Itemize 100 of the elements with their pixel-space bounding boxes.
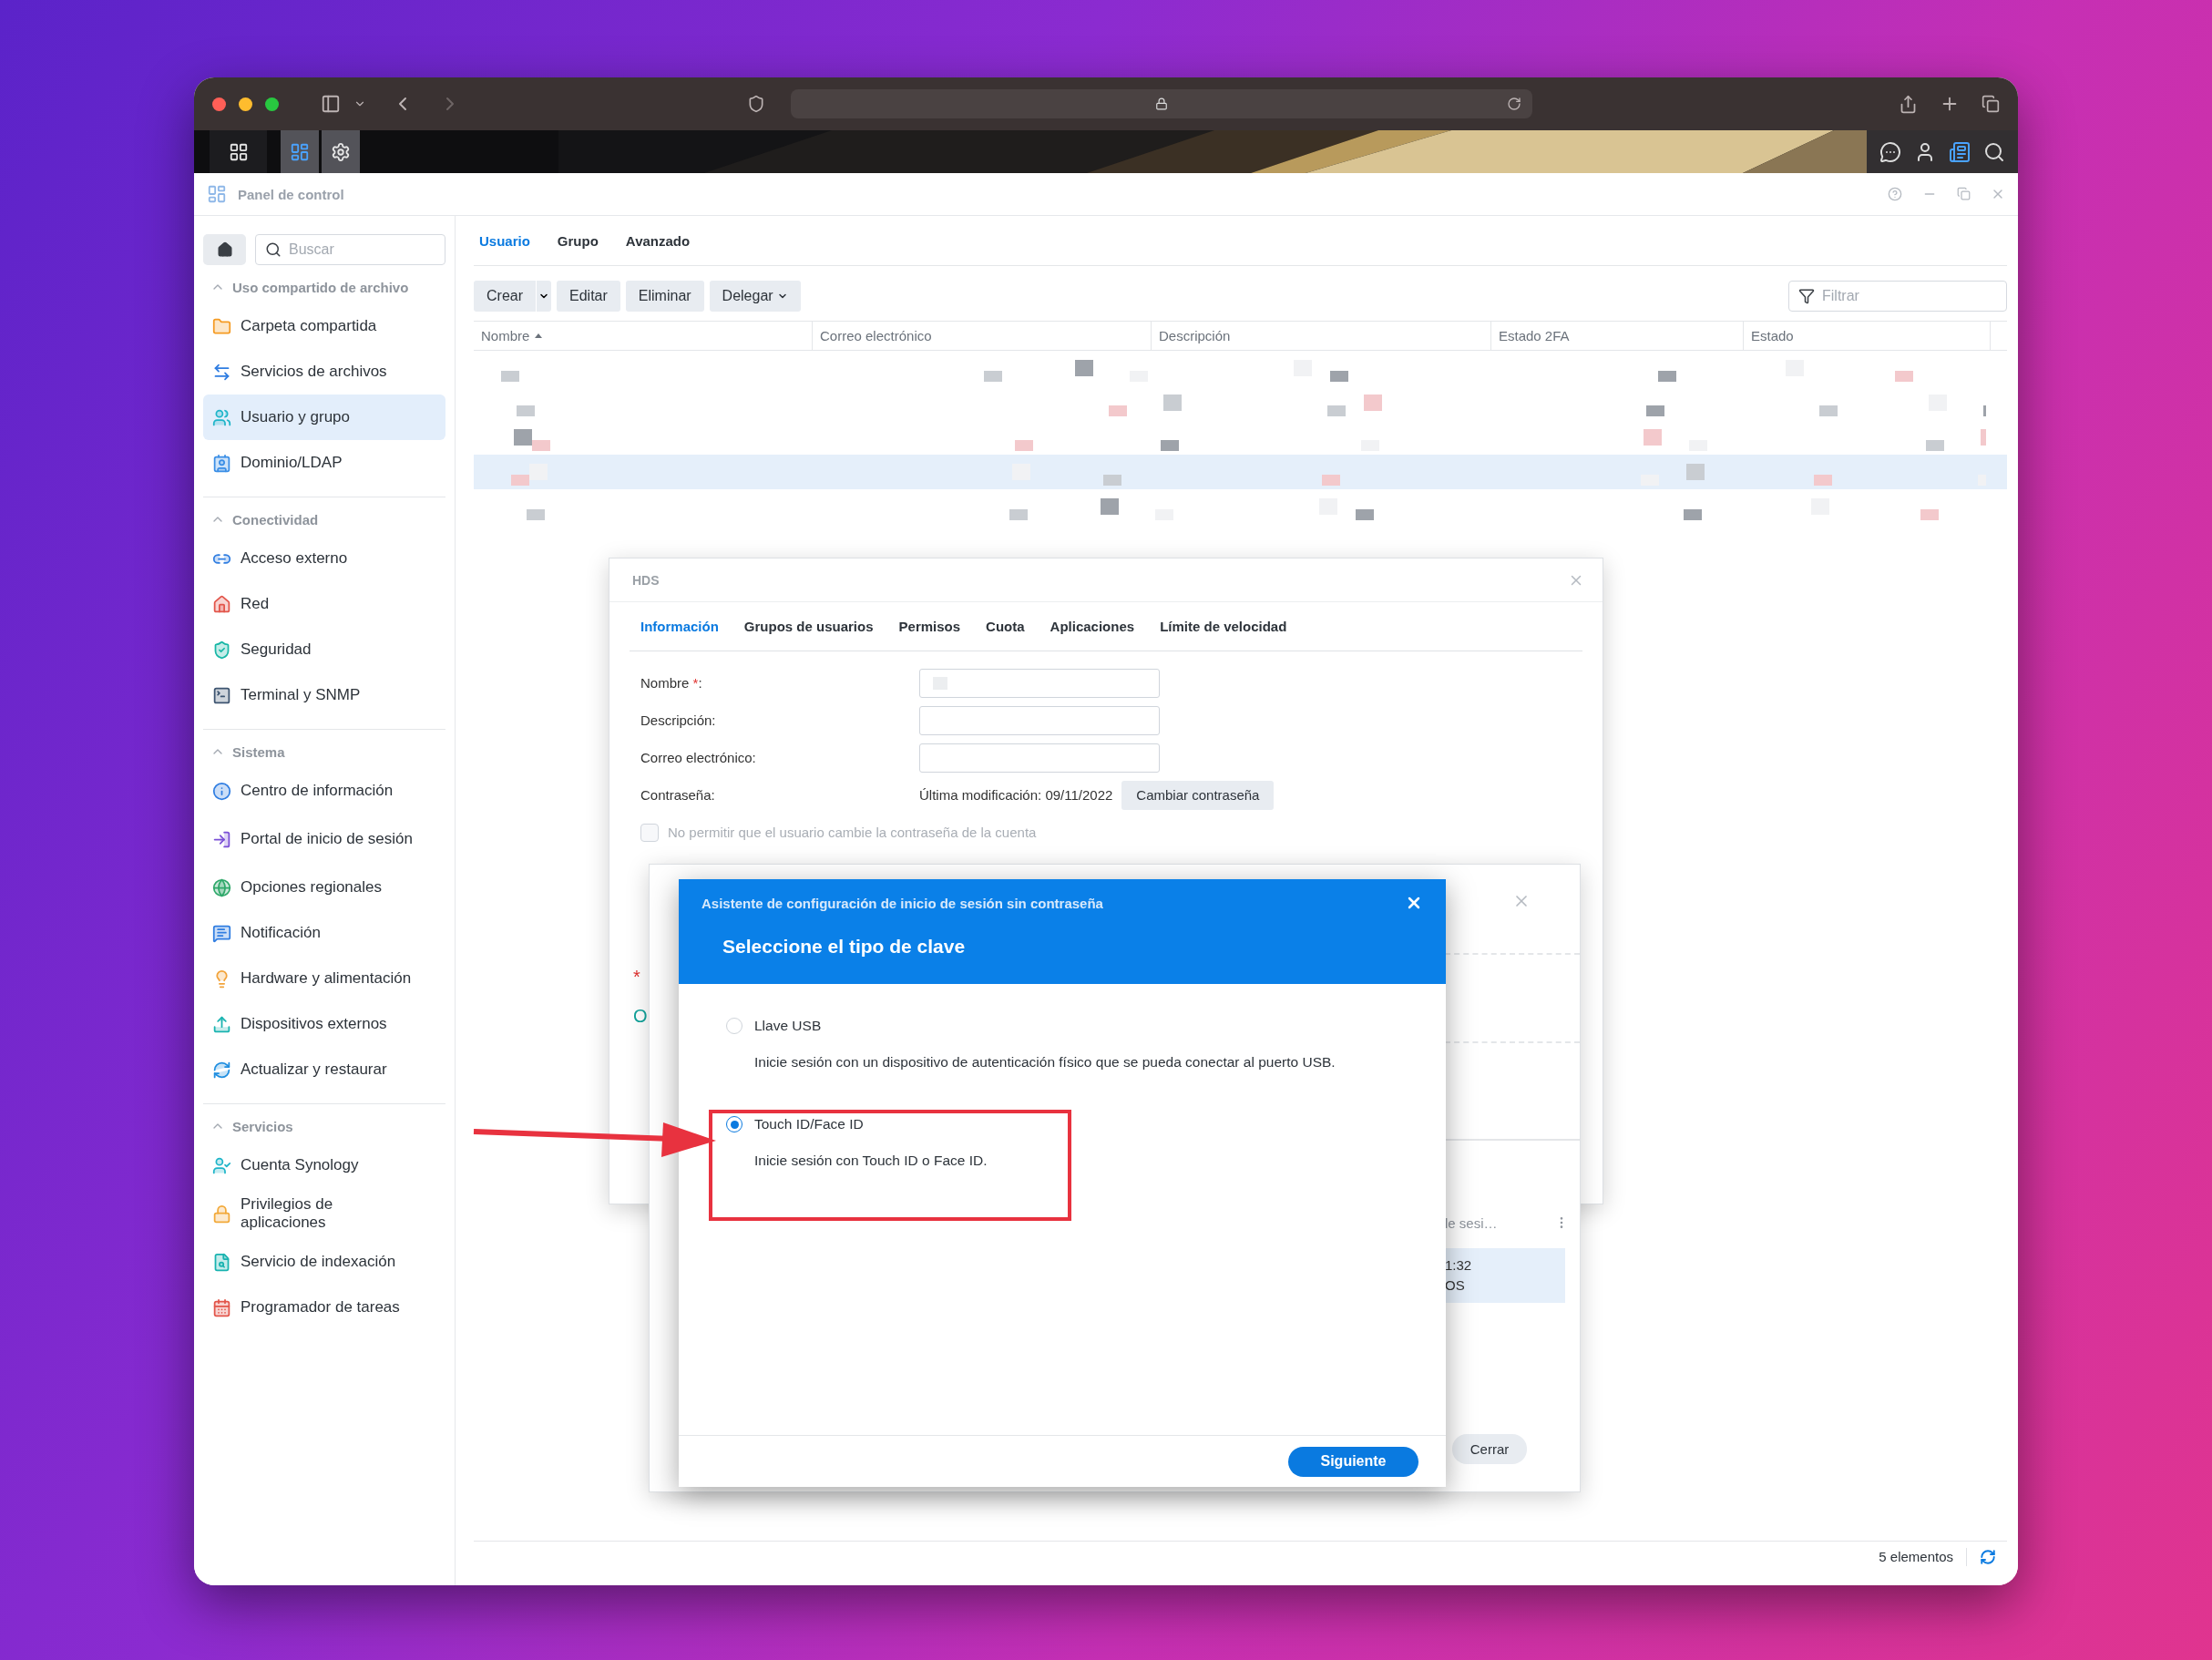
dialog-title: HDS	[632, 572, 660, 588]
sidebar-item[interactable]: Carpeta compartida	[203, 303, 445, 349]
dropdown-button[interactable]	[537, 281, 551, 312]
sidebar-item[interactable]: Cuenta Synology	[203, 1143, 445, 1188]
sidebar-item[interactable]: Dispositivos externos	[203, 1001, 445, 1047]
info-icon	[212, 781, 231, 801]
search-icon[interactable]	[1983, 140, 2005, 163]
toolbar-button[interactable]: Editar	[557, 281, 620, 312]
upload-icon	[212, 1014, 231, 1034]
sidebar-item[interactable]: Servicio de indexación	[203, 1239, 445, 1285]
lock-icon	[212, 1204, 231, 1224]
terminal-icon	[212, 685, 231, 705]
grid-icon	[228, 141, 249, 162]
toolbar-button[interactable]: Crear	[474, 281, 536, 312]
sidebar-item[interactable]: Seguridad	[203, 627, 445, 672]
minimize-window-button[interactable]	[239, 97, 252, 111]
option-label: Touch ID/Face ID	[754, 1116, 864, 1132]
file-search-icon	[212, 1252, 231, 1272]
home-button[interactable]	[203, 234, 246, 265]
widgets-icon[interactable]	[1949, 140, 1971, 163]
shield-check-icon	[212, 640, 231, 660]
tab[interactable]: Información	[640, 619, 719, 634]
section-title: Servicios	[232, 1118, 293, 1134]
column-header[interactable]: Estado	[1744, 322, 1991, 350]
zoom-window-button[interactable]	[265, 97, 279, 111]
option-label: Llave USB	[754, 1018, 822, 1034]
wizard-heading: Seleccione el tipo de clave	[722, 936, 967, 958]
sidebar-item[interactable]: Red	[203, 581, 445, 627]
input-field[interactable]	[919, 743, 1160, 773]
tab[interactable]: Grupos de usuarios	[743, 619, 874, 634]
tab[interactable]: Cuota	[986, 619, 1025, 634]
user-check-icon	[212, 1155, 231, 1175]
tab[interactable]: Límite de velocidad	[1160, 619, 1287, 634]
column-header[interactable]: Descripción	[1152, 322, 1491, 350]
taskbar-app-button[interactable]	[281, 130, 319, 173]
help-icon[interactable]	[1888, 187, 1902, 201]
filter-icon	[1798, 288, 1815, 304]
dashboard-icon	[290, 141, 310, 162]
refresh-icon[interactable]	[1980, 1548, 1996, 1565]
column-header[interactable]: Estado 2FA	[1491, 322, 1744, 350]
home-icon	[216, 241, 233, 258]
section-title: Sistema	[232, 743, 285, 760]
sidebar-item[interactable]: Usuario y grupo	[203, 395, 445, 440]
toolbar-button[interactable]: Delegar	[709, 281, 801, 312]
sidebar-item[interactable]: Actualizar y restaurar	[203, 1047, 445, 1092]
sidebar-item[interactable]: Terminal y SNMP	[203, 672, 445, 718]
item-count: 5 elementos	[1879, 1549, 1953, 1564]
sidebar-item[interactable]: Programador de tareas	[203, 1285, 445, 1330]
taskbar-settings-button[interactable]	[322, 130, 360, 173]
reload-icon[interactable]	[1507, 97, 1521, 111]
refresh-icon	[212, 1060, 231, 1080]
radio-dot	[730, 1120, 739, 1129]
shield-icon[interactable]	[747, 95, 765, 113]
section-title: Conectividad	[232, 511, 319, 528]
field-label: Nombre *:	[640, 675, 703, 691]
tab[interactable]: Avanzado	[625, 232, 691, 249]
chat-icon[interactable]	[1879, 140, 1901, 163]
field-label: Descripción:	[640, 712, 717, 728]
tab[interactable]: Grupo	[557, 232, 599, 249]
column-header[interactable]: Nombre	[474, 322, 813, 350]
input-field[interactable]	[919, 705, 1160, 735]
section-title: Uso compartido de archivo	[232, 279, 409, 295]
tab[interactable]: Permisos	[898, 619, 961, 634]
sidebar-item[interactable]: Opciones regionales	[203, 865, 445, 910]
checkbox-label: No permitir que el usuario cambie la contraseña de la cuenta	[668, 825, 1037, 840]
sidebar-item[interactable]: Privilegios de aplicaciones	[203, 1188, 445, 1239]
sidebar-item[interactable]: Portal de inicio de sesión	[203, 814, 445, 865]
field-label: Contraseña:	[640, 787, 716, 803]
users-icon	[212, 407, 231, 427]
close-button[interactable]: Cerrar	[1452, 1434, 1527, 1464]
cut-text: O	[633, 1006, 648, 1027]
sidebar-item[interactable]: Hardware y alimentación	[203, 956, 445, 1001]
tab[interactable]: Aplicaciones	[1050, 619, 1135, 634]
input-field[interactable]	[919, 668, 1160, 698]
share-icon[interactable]	[1899, 94, 1918, 114]
toolbar-button[interactable]: Eliminar	[625, 281, 704, 312]
close-window-button[interactable]	[212, 97, 226, 111]
sidebar-icon[interactable]	[321, 94, 341, 114]
option-description: Inicie sesión con Touch ID o Face ID.	[754, 1152, 988, 1170]
sidebar-item[interactable]: Centro de información	[203, 768, 445, 814]
main-menu-button[interactable]	[210, 130, 267, 173]
change-password-button[interactable]: Cambiar contraseña	[1121, 780, 1275, 810]
tab[interactable]: Usuario	[479, 232, 530, 249]
field-label: Correo electrónico:	[640, 750, 757, 765]
option-description: Inicie sesión con un dispositivo de autenticación físico que se pueda conectar al puerto USB.	[754, 1053, 1336, 1071]
lock-icon	[1155, 97, 1168, 110]
column-header[interactable]: Correo electrónico	[813, 322, 1152, 350]
table-row[interactable]: 1:32 OS	[1445, 1248, 1565, 1303]
sidebar-item[interactable]: Servicios de archivos	[203, 349, 445, 395]
next-button[interactable]: Siguiente	[1288, 1446, 1418, 1477]
sidebar-item[interactable]: Notificación	[203, 910, 445, 956]
sidebar-item[interactable]: Acceso externo	[203, 536, 445, 581]
gear-icon	[331, 141, 351, 162]
tabs-overview-icon[interactable]	[1982, 95, 2000, 113]
sidebar-item[interactable]: Dominio/LDAP	[203, 440, 445, 486]
restore-icon[interactable]	[1957, 187, 1971, 200]
search-icon	[265, 241, 282, 258]
message-icon	[212, 923, 231, 943]
arrows-icon	[212, 362, 231, 382]
control-panel-icon	[207, 184, 227, 204]
